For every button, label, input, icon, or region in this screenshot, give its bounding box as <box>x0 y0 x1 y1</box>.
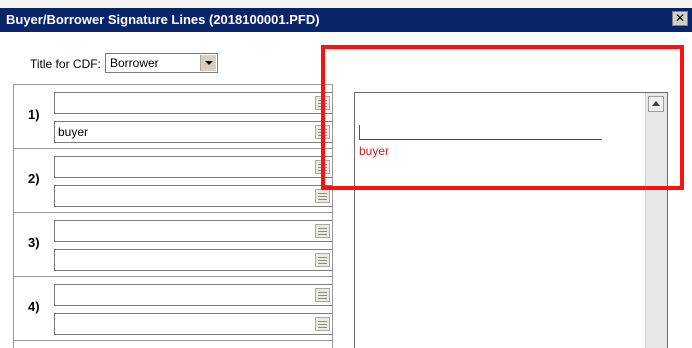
signature-group-2: 2) <box>14 149 332 213</box>
signature-line2-field[interactable] <box>54 313 332 335</box>
background-strip <box>0 0 692 8</box>
signature-line-tick <box>359 125 360 139</box>
field-value: buyer <box>58 125 89 139</box>
signature-groups-panel: 1) buyer 2) 3) 4) <box>13 84 333 348</box>
field-scroll-icon[interactable] <box>315 160 330 174</box>
signature-group-4: 4) <box>14 277 332 341</box>
group-label-4: 4) <box>28 299 40 314</box>
dropdown-button[interactable] <box>200 55 216 71</box>
signature-line2-field[interactable] <box>54 249 332 271</box>
field-scroll-icon[interactable] <box>315 224 330 238</box>
scroll-up-icon[interactable] <box>648 96 664 112</box>
preview-scrollbar[interactable] <box>645 93 667 348</box>
chevron-down-icon <box>205 61 213 65</box>
signature-line2-field[interactable] <box>54 185 332 207</box>
cdf-title-value: Borrower <box>110 56 159 70</box>
signature-name: buyer <box>359 144 390 158</box>
signature-line1-field[interactable] <box>54 92 332 114</box>
signature-group-1: 1) buyer <box>14 85 332 149</box>
field-scroll-icon[interactable] <box>315 253 330 267</box>
signature-line1-field[interactable] <box>54 220 332 242</box>
signature-line1-field[interactable] <box>54 284 332 306</box>
field-scroll-icon[interactable] <box>315 96 330 110</box>
group-label-3: 3) <box>28 235 40 250</box>
signature-line1-field[interactable] <box>54 156 332 178</box>
field-scroll-icon[interactable] <box>315 317 330 331</box>
field-scroll-icon[interactable] <box>315 125 330 139</box>
signature-group-3: 3) <box>14 213 332 277</box>
field-scroll-icon[interactable] <box>315 189 330 203</box>
signature-line <box>359 139 602 140</box>
close-icon: ✕ <box>674 11 686 25</box>
close-button[interactable]: ✕ <box>672 11 688 26</box>
cdf-title-label: Title for CDF: <box>30 57 101 71</box>
window-title: Buyer/Borrower Signature Lines (20181000… <box>6 12 320 27</box>
signature-line2-field[interactable]: buyer <box>54 121 332 143</box>
signature-preview: buyer <box>354 92 668 348</box>
group-label-1: 1) <box>28 107 40 122</box>
window-titlebar: Buyer/Borrower Signature Lines (20181000… <box>0 8 692 32</box>
field-scroll-icon[interactable] <box>315 288 330 302</box>
cdf-title-dropdown[interactable]: Borrower <box>105 53 218 73</box>
group-label-2: 2) <box>28 171 40 186</box>
